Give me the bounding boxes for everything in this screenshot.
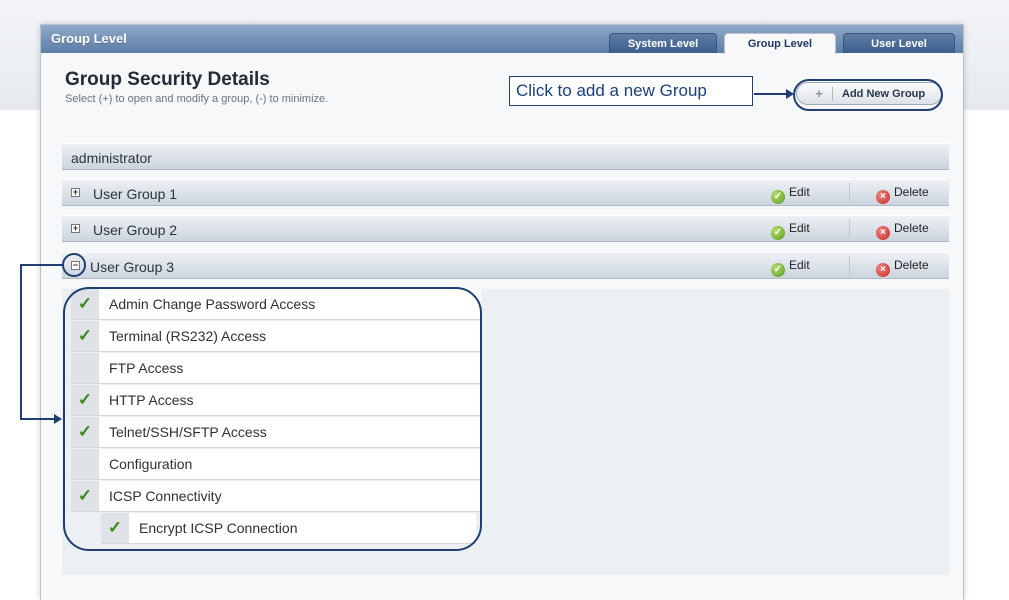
add-group-highlight-ring <box>793 79 943 111</box>
delete-button[interactable]: × Delete <box>876 185 929 204</box>
page-subtitle: Select (+) to open and modify a group, (… <box>65 93 329 105</box>
delete-x-icon: × <box>876 190 890 204</box>
panel-title: Group Level <box>51 31 127 46</box>
edit-label: Edit <box>789 258 810 272</box>
group-row-user-group-2: + User Group 2 ✓ Edit × Delete <box>62 215 949 242</box>
edit-label: Edit <box>789 185 810 199</box>
group-name: administrator <box>71 150 152 166</box>
group-name: User Group 3 <box>90 259 175 275</box>
callout-line-top <box>20 264 63 266</box>
check-circle-icon: ✓ <box>771 263 785 277</box>
delete-label: Delete <box>894 221 929 235</box>
expand-icon[interactable]: + <box>71 188 80 197</box>
page-title: Group Security Details <box>65 69 270 90</box>
row-divider <box>849 219 850 239</box>
tab-user-level[interactable]: User Level <box>843 33 955 53</box>
callout-line-vertical <box>20 264 22 420</box>
tab-group-level[interactable]: Group Level <box>724 33 836 54</box>
group-row-administrator: administrator <box>62 143 949 170</box>
permissions-highlight-ring <box>63 287 482 551</box>
add-group-callout: Click to add a new Group <box>509 76 753 106</box>
delete-x-icon: × <box>876 263 890 277</box>
panel-header: Group Level System Level Group Level Use… <box>41 25 963 54</box>
group-name: User Group 1 <box>93 186 178 202</box>
edit-label: Edit <box>789 221 810 235</box>
tab-system-level[interactable]: System Level <box>609 33 717 53</box>
callout-line-bottom <box>20 418 54 420</box>
callout-arrow-line <box>754 93 786 95</box>
expand-icon[interactable]: + <box>71 224 80 233</box>
delete-label: Delete <box>894 258 929 272</box>
delete-button[interactable]: × Delete <box>876 221 929 240</box>
group-row-user-group-1: + User Group 1 ✓ Edit × Delete <box>62 179 949 206</box>
delete-x-icon: × <box>876 226 890 240</box>
callout-arrow-head <box>786 89 794 99</box>
group-row-user-group-3: − User Group 3 ✓ Edit × Delete <box>62 252 949 279</box>
delete-label: Delete <box>894 185 929 199</box>
row-divider <box>849 183 850 203</box>
check-circle-icon: ✓ <box>771 226 785 240</box>
check-circle-icon: ✓ <box>771 190 785 204</box>
callout-arrow-head <box>54 414 62 424</box>
edit-button[interactable]: ✓ Edit <box>771 221 810 240</box>
delete-button[interactable]: × Delete <box>876 258 929 277</box>
edit-button[interactable]: ✓ Edit <box>771 185 810 204</box>
edit-button[interactable]: ✓ Edit <box>771 258 810 277</box>
collapse-highlight-ring <box>62 253 86 277</box>
group-name: User Group 2 <box>93 222 178 238</box>
row-divider <box>849 256 850 276</box>
